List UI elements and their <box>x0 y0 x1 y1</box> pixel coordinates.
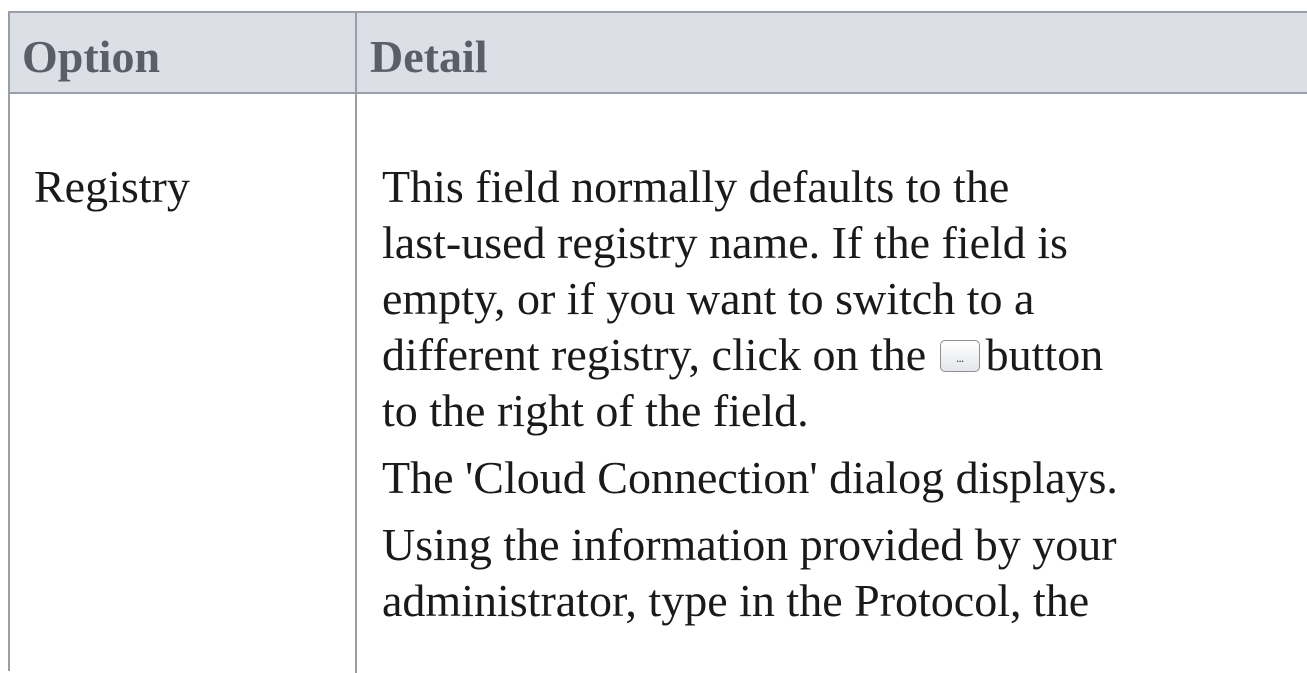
detail-line: administrator, type in the Protocol, the <box>382 575 1090 626</box>
ellipsis-glyph: ... <box>955 352 965 365</box>
column-divider <box>355 13 357 673</box>
detail-paragraph-3: Using the information provided by your a… <box>382 517 1302 629</box>
detail-line: This field normally defaults to the <box>382 161 1010 212</box>
detail-line: to the right of the field. <box>382 385 809 436</box>
detail-line: last-used registry name. If the field is <box>382 217 1068 268</box>
detail-line: different registry, click on the <box>382 329 927 380</box>
detail-paragraph-1: This field normally defaults to the last… <box>382 159 1302 439</box>
detail-line: The 'Cloud Connection' dialog displays. <box>382 452 1118 503</box>
header-detail: Detail <box>370 31 488 82</box>
ellipsis-button-icon: ... <box>939 340 980 372</box>
detail-cell-registry: This field normally defaults to the last… <box>382 159 1302 640</box>
detail-line: Using the information provided by your <box>382 519 1117 570</box>
detail-line: empty, or if you want to switch to a <box>382 273 1035 324</box>
options-table: Option Detail Registry This field normal… <box>8 11 1307 673</box>
table-header-row: Option Detail <box>10 13 1307 94</box>
detail-paragraph-2: The 'Cloud Connection' dialog displays. <box>382 450 1302 506</box>
option-cell-registry: Registry <box>34 161 190 212</box>
detail-line: button <box>985 329 1104 380</box>
header-option: Option <box>22 31 161 82</box>
